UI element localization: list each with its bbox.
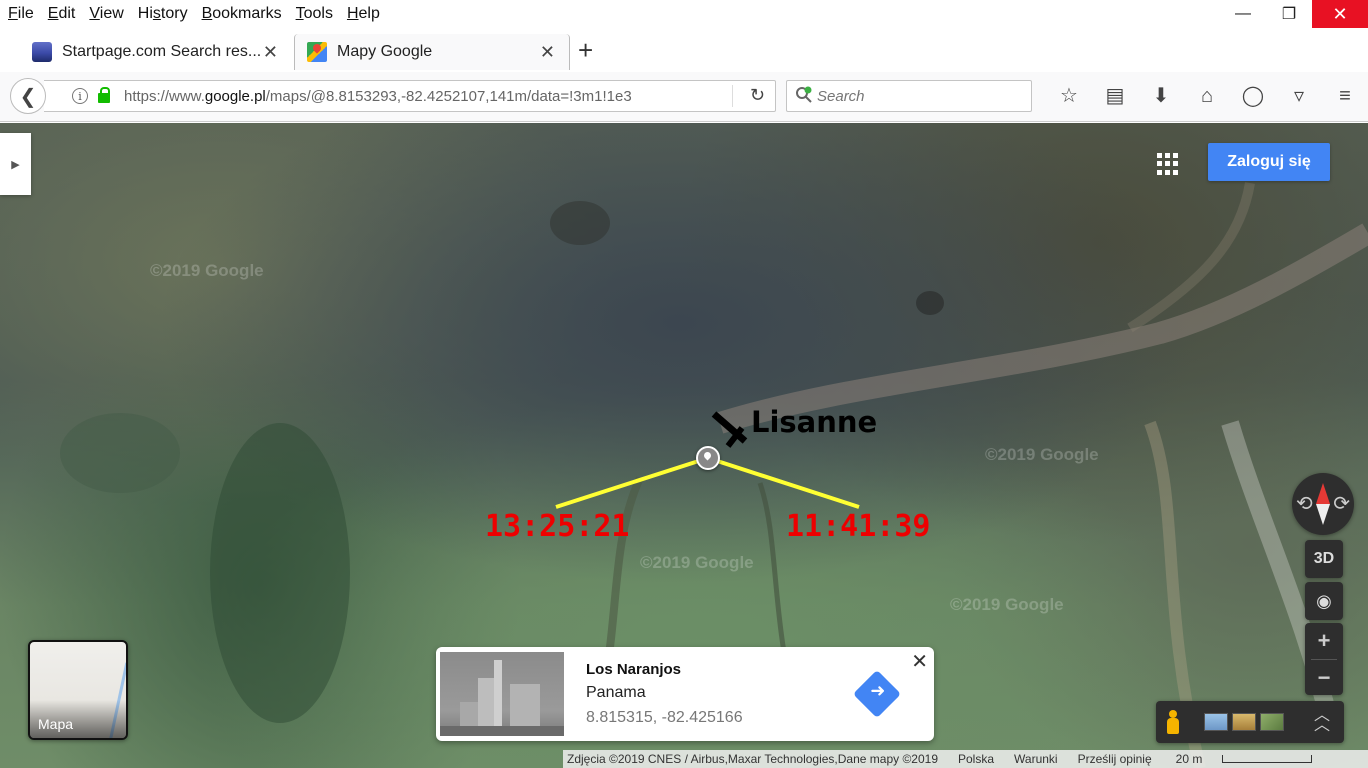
menu-bookmarks[interactable]: Bookmarks	[202, 5, 282, 23]
url-text[interactable]: https://www.google.pl/maps/@8.8153293,-8…	[124, 88, 632, 105]
menu-file[interactable]: File	[8, 5, 34, 23]
tab-google-maps[interactable]: Mapy Google ✕	[294, 34, 570, 70]
tab-startpage[interactable]: Startpage.com Search res... ✕	[20, 34, 292, 70]
info-icon[interactable]: i	[72, 88, 88, 104]
place-coordinates: 8.815315, -82.425166	[586, 709, 743, 726]
window-controls: — ❐ ✕	[1220, 0, 1368, 28]
place-country: Panama	[586, 684, 646, 701]
rotate-right-icon[interactable]: ⟳	[1333, 491, 1350, 516]
toolbar-icons: ☆ ▤ ⬇ ⌂ ◯ ▿ ≡	[1046, 84, 1368, 108]
sign-in-button[interactable]: Zaloguj się	[1208, 143, 1330, 181]
navigation-bar: i https://www.google.pl/maps/@8.8153293,…	[0, 72, 1368, 122]
reading-list-icon[interactable]: ▤	[1092, 84, 1138, 108]
chat-icon[interactable]: ◯	[1230, 84, 1276, 108]
menu-bar: File Edit View History Bookmarks Tools H…	[0, 0, 1368, 28]
layer-satellite-thumbnail[interactable]	[1260, 713, 1284, 731]
side-panel-toggle-button[interactable]: ▶	[0, 133, 31, 195]
zoom-controls: + −	[1305, 623, 1343, 695]
minimize-button[interactable]: —	[1220, 0, 1266, 28]
zoom-in-button[interactable]: +	[1305, 623, 1343, 659]
compass-icon[interactable]: ⟲ ⟳	[1292, 473, 1354, 535]
tab-title: Startpage.com Search res...	[62, 43, 262, 60]
yellow-line-right	[707, 456, 860, 509]
annotation-name-label: Lisanne	[751, 405, 878, 439]
maximize-button[interactable]: ❐	[1266, 0, 1312, 28]
hamburger-menu-icon[interactable]: ≡	[1322, 84, 1368, 108]
search-bar[interactable]	[786, 80, 1032, 112]
menu-tools[interactable]: Tools	[296, 5, 333, 23]
tab-close-icon[interactable]: ✕	[540, 42, 555, 63]
close-card-button[interactable]: ✕	[911, 649, 928, 674]
scale-label[interactable]: 20 m	[1172, 752, 1313, 766]
terms-link[interactable]: Warunki	[1014, 752, 1058, 766]
pocket-icon[interactable]: ▿	[1276, 84, 1322, 108]
place-photo[interactable]	[440, 652, 564, 736]
annotation-time-left: 13:25:21	[485, 509, 630, 544]
my-location-icon[interactable]: ◉	[1305, 582, 1343, 620]
location-pin-icon[interactable]	[696, 446, 720, 470]
tab-close-icon[interactable]: ✕	[263, 42, 278, 63]
attribution-text: Zdjęcia ©2019 CNES / Airbus,Maxar Techno…	[567, 752, 938, 766]
map-type-label: Mapa	[30, 700, 126, 738]
lock-icon[interactable]	[98, 87, 110, 103]
country-link[interactable]: Polska	[958, 752, 994, 766]
directions-icon[interactable]	[852, 669, 902, 719]
pegman-icon[interactable]	[1166, 710, 1180, 734]
3d-toggle-button[interactable]: 3D	[1305, 540, 1343, 578]
startpage-favicon-icon	[32, 42, 52, 62]
google-apps-icon[interactable]	[1157, 153, 1179, 175]
menu-edit[interactable]: Edit	[48, 5, 76, 23]
downloads-icon[interactable]: ⬇	[1138, 84, 1184, 108]
google-maps-favicon-icon	[307, 42, 327, 62]
url-bar[interactable]: i https://www.google.pl/maps/@8.8153293,…	[44, 80, 776, 112]
menu-help[interactable]: Help	[347, 5, 380, 23]
new-tab-button[interactable]: +	[578, 36, 593, 64]
rotate-left-icon[interactable]: ⟲	[1296, 491, 1313, 516]
place-name[interactable]: Los Naranjos	[586, 661, 681, 678]
expand-layers-icon[interactable]: ︿ ︿	[1314, 708, 1330, 734]
annotation-time-right: 11:41:39	[786, 509, 931, 544]
close-window-button[interactable]: ✕	[1312, 0, 1368, 28]
feedback-link[interactable]: Prześlij opinię	[1078, 752, 1152, 766]
layer-transit-thumbnail[interactable]	[1204, 713, 1228, 731]
search-input[interactable]	[817, 87, 1017, 105]
tab-bar: Startpage.com Search res... ✕ Mapy Googl…	[0, 28, 1368, 72]
back-button[interactable]: ❮	[10, 78, 46, 114]
satellite-map[interactable]: ©2019 Google ©2019 Google ©2019 Google ©…	[0, 123, 1368, 768]
url-separator	[732, 85, 733, 107]
map-type-toggle[interactable]: Mapa	[28, 640, 128, 740]
zoom-out-button[interactable]: −	[1305, 660, 1343, 696]
map-footer: Zdjęcia ©2019 CNES / Airbus,Maxar Techno…	[563, 750, 1368, 768]
tab-title: Mapy Google	[337, 43, 433, 60]
layers-bar: ︿ ︿	[1156, 701, 1344, 743]
menu-view[interactable]: View	[89, 5, 123, 23]
bookmark-star-icon[interactable]: ☆	[1046, 84, 1092, 108]
search-icon	[795, 86, 817, 107]
scale-bar	[1222, 755, 1313, 763]
yellow-line-left	[555, 456, 709, 509]
menu-history[interactable]: History	[138, 5, 188, 23]
home-icon[interactable]: ⌂	[1184, 84, 1230, 108]
reload-icon[interactable]: ↻	[750, 85, 765, 106]
layer-terrain-thumbnail[interactable]	[1232, 713, 1256, 731]
place-card[interactable]: Los Naranjos Panama 8.815315, -82.425166…	[436, 647, 934, 741]
